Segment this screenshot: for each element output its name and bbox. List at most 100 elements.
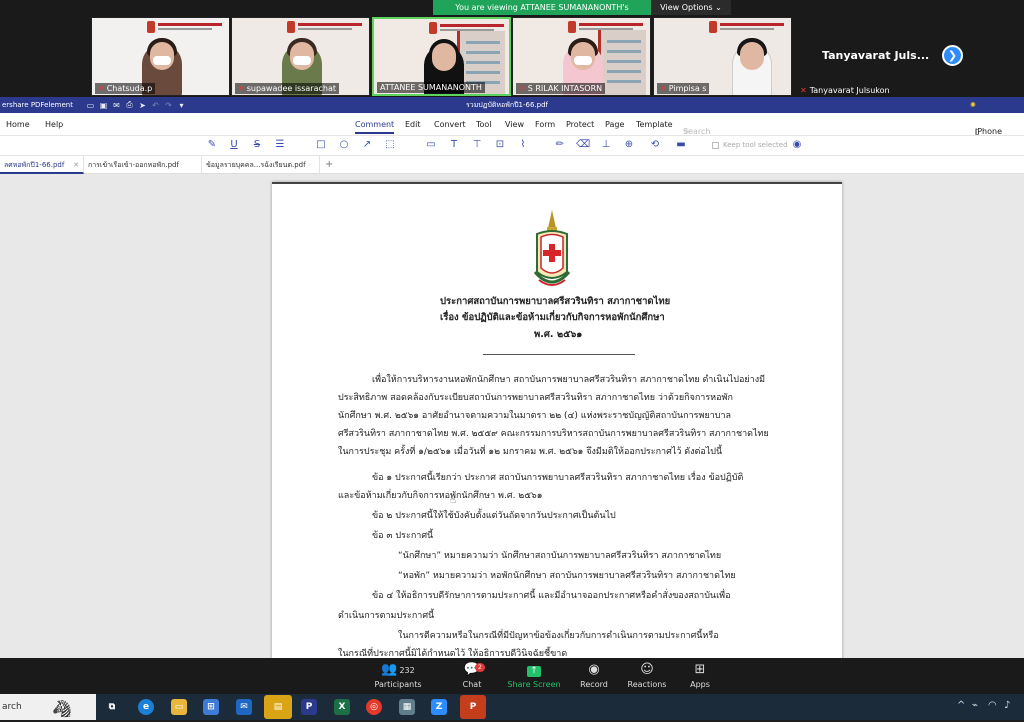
title-divider [483, 354, 635, 355]
network-icon[interactable]: ⌁ [972, 700, 978, 711]
menu-form[interactable]: Form [535, 120, 555, 129]
pdfelement-icon[interactable]: P [301, 699, 317, 715]
volume-icon[interactable]: ♪ [1004, 700, 1010, 711]
paragraph-line: นักศึกษา พ.ศ. ๒๕๖๑ อาศัยอำนาจตามความในมา… [338, 411, 732, 421]
apps-button[interactable]: ⊞ Apps [670, 662, 730, 689]
chrome-icon[interactable]: ◎ [366, 699, 382, 715]
eraser-icon[interactable]: ⌫ [576, 139, 590, 150]
text-icon[interactable]: T [447, 139, 461, 150]
doc-title-line-1: ประกาศสถาบันการพยาบาลศรีสวรินทิรา สภากาช… [440, 296, 671, 307]
strikethrough-icon[interactable]: S [250, 139, 264, 150]
select-icon[interactable]: ➤ [136, 101, 149, 110]
attachment-icon[interactable]: ⌇ [516, 139, 530, 150]
participant-tile[interactable]: ✕ supawadee issarachat [231, 17, 370, 96]
highlight-icon[interactable]: ✎ [205, 139, 219, 150]
keep-tool-selected[interactable]: Keep tool selected [712, 141, 788, 149]
menu-bar: Home Help Comment Edit Convert Tool View… [0, 113, 1024, 145]
mic-muted-icon: ✕ [98, 84, 105, 93]
redo-icon[interactable]: ↷ [162, 101, 175, 110]
note-icon[interactable]: ▭ [424, 139, 438, 150]
textbox-icon[interactable]: ⊤ [470, 139, 484, 150]
menu-tool[interactable]: Tool [476, 120, 492, 129]
undo-icon[interactable]: ↶ [149, 101, 162, 110]
calculator-icon[interactable]: ▦ [399, 699, 415, 715]
chat-badge: 2 [475, 663, 485, 672]
pencil-icon[interactable]: ✏ [553, 139, 567, 150]
menu-edit[interactable]: Edit [405, 120, 421, 129]
next-page-button[interactable]: ❯ [942, 45, 963, 66]
circle-icon[interactable]: ○ [337, 139, 351, 150]
participant-tile[interactable]: ✕ Pimpisa s [653, 17, 792, 96]
pdf-page: ประกาศสถาบันการพยาบาลศรีสวรินทิรา สภากาช… [272, 182, 842, 662]
tab-document[interactable]: ข้อมูลรายบุคคล...รฉ้งเรียนต.pdf [202, 156, 320, 174]
participant-tile[interactable]: ✕ Chatsuda.p [91, 17, 230, 96]
menu-protect[interactable]: Protect [566, 120, 594, 129]
chevron-right-icon: ❯ [947, 49, 958, 62]
participant-tile-active-speaker[interactable]: ATTANEE SUMANANONTH [372, 17, 511, 96]
participant-tile-no-video[interactable]: Tanyavarat Juls... ✕ Tanyavarat Julsukon [797, 17, 934, 96]
doc-title-line-2: เรื่อง ข้อปฏิบัติและข้อห้ามเกี่ยวกับกิจก… [440, 312, 665, 323]
tab-document[interactable]: การเข้าเรือเข้า-ออกหอพัก.pdf [84, 156, 202, 174]
app-title: ershare PDFelement [2, 101, 73, 109]
clause-3: ข้อ ๓ ประกาศนี้ [372, 531, 434, 541]
menu-comment[interactable]: Comment [355, 120, 395, 134]
shape-icon[interactable]: ⬚ [383, 139, 397, 150]
menu-home[interactable]: Home [6, 120, 30, 129]
excel-icon[interactable]: X [334, 699, 350, 715]
definition-dormitory: “หอพัก” หมายความว่า หอพักนักศึกษา สถาบัน… [398, 571, 736, 581]
reactions-button[interactable]: ☺ Reactions [617, 662, 677, 689]
mouse-cursor-icon: ☝ [450, 495, 457, 506]
document-title: รวมปฏบัติหอพักปี1-66.pdf [466, 100, 549, 109]
underline-icon[interactable]: U [227, 139, 241, 150]
print-icon[interactable]: ⎙ [123, 100, 136, 110]
apps-icon: ⊞ [694, 662, 706, 677]
participant-name: S RILAK INTASORN [527, 84, 603, 93]
rectangle-icon[interactable]: □ [314, 139, 328, 150]
menu-convert[interactable]: Convert [434, 120, 466, 129]
chevron-up-icon[interactable]: ^ [957, 700, 965, 711]
checkbox-icon[interactable] [712, 141, 719, 149]
chat-button[interactable]: 💬 2 Chat [442, 662, 502, 689]
taskbar-search[interactable]: arch 🦓 [0, 694, 96, 720]
arrow-icon[interactable]: ↗ [360, 139, 374, 150]
people-icon: 👥 [381, 662, 398, 677]
view-options-button[interactable]: View Options ⌄ [651, 0, 731, 15]
task-view-icon[interactable]: ⧉ [104, 699, 120, 715]
folder-icon[interactable]: ▭ [84, 101, 97, 110]
store-icon[interactable]: ⊞ [203, 699, 219, 715]
tab-document[interactable]: ลศหอพักปี1-66.pdf ✕ [0, 156, 84, 174]
menu-help[interactable]: Help [45, 120, 63, 129]
sticky-notes-icon[interactable]: ▤ [264, 695, 292, 719]
participant-tile[interactable]: ✕ S RILAK INTASORN [512, 17, 651, 96]
mail-icon[interactable]: ✉ [110, 101, 123, 110]
menu-page[interactable]: Page [605, 120, 624, 129]
share-screen-button[interactable]: ↑ Share Screen [504, 662, 564, 689]
align-icon[interactable]: ☰ [273, 139, 287, 150]
file-explorer-icon[interactable]: ▭ [171, 699, 187, 715]
participants-button[interactable]: 👥 232 Participants [368, 662, 428, 689]
stamp-icon[interactable]: ⊥ [599, 139, 613, 150]
add-tab-button[interactable]: + [325, 159, 333, 170]
theme-sun-icon[interactable]: ✺ [970, 101, 976, 109]
clause-4-line-2: ดำเนินการตามประกาศนี้ [338, 611, 435, 621]
zoom-app-icon[interactable]: Z [431, 699, 447, 715]
menu-template[interactable]: Template [636, 120, 673, 129]
save-icon[interactable]: ▣ [97, 101, 110, 110]
close-icon[interactable]: ✕ [73, 156, 79, 172]
wifi-icon[interactable]: ◠ [988, 700, 997, 711]
institution-emblem [533, 210, 571, 286]
more-tools-icon[interactable]: ▬ [674, 139, 688, 150]
area-icon[interactable]: ⊕ [622, 139, 636, 150]
windows-taskbar: arch 🦓 ⧉ e ▭ ⊞ ✉ ▤ P X ◎ ▦ Z P ^ ⌁ ◠ ♪ [0, 694, 1024, 720]
callout-icon[interactable]: ⊡ [493, 139, 507, 150]
measure-icon[interactable]: ⟲ [648, 139, 662, 150]
pdf-canvas[interactable]: ประกาศสถาบันการพยาบาลศรีสวรินทิรา สภากาช… [0, 174, 1024, 662]
dropdown-icon[interactable]: ▾ [175, 101, 188, 110]
eye-icon[interactable]: ◉ [790, 139, 804, 150]
edge-icon[interactable]: e [138, 699, 154, 715]
menu-view[interactable]: View [505, 120, 524, 129]
record-button[interactable]: ◉ Record [564, 662, 624, 689]
powerpoint-icon[interactable]: P [460, 695, 486, 719]
mail-app-icon[interactable]: ✉ [236, 699, 252, 715]
zebra-icon: 🦓 [52, 699, 72, 718]
